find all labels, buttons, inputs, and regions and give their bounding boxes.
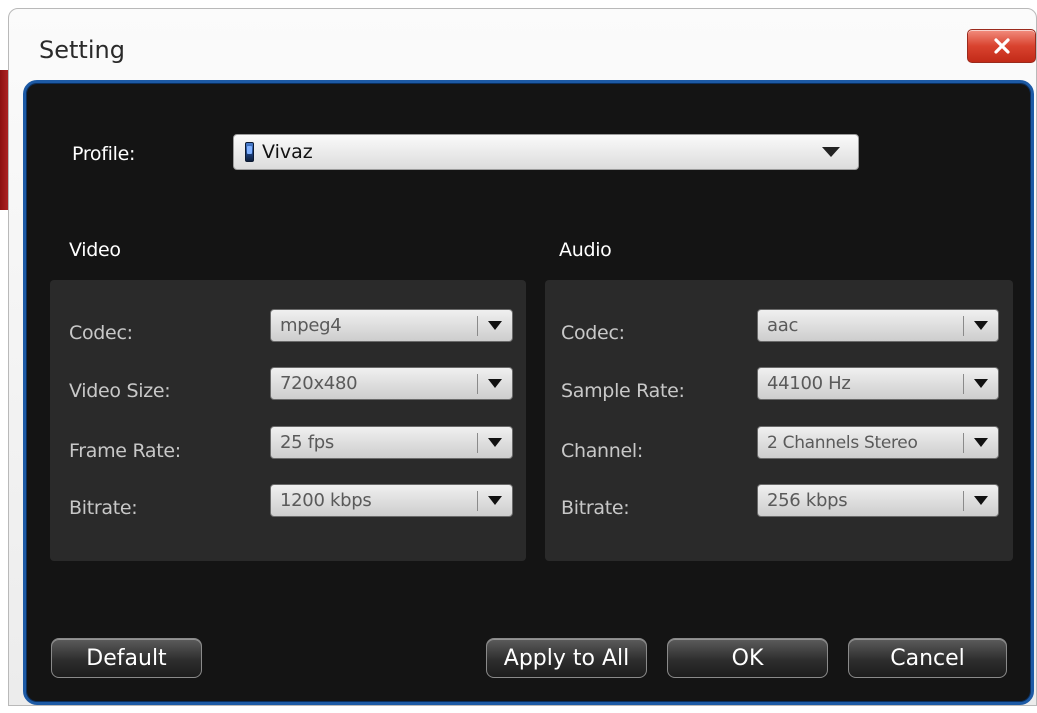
chevron-down-icon (972, 427, 990, 458)
chevron-down-icon (486, 310, 504, 341)
profile-dropdown[interactable]: Vivaz (233, 134, 859, 170)
video-size-select[interactable]: 720x480 (270, 367, 513, 400)
video-heading: Video (69, 239, 121, 261)
channel-label: Channel: (561, 440, 644, 462)
close-icon (993, 38, 1010, 54)
video-bitrate-label: Bitrate: (69, 497, 138, 519)
chevron-down-icon (486, 368, 504, 399)
audio-codec-select[interactable]: aac (757, 309, 999, 342)
chevron-down-icon (486, 427, 504, 458)
close-button[interactable] (967, 29, 1036, 63)
frame-rate-value: 25 fps (280, 432, 334, 453)
dialog-title: Setting (39, 36, 125, 64)
frame-rate-label: Frame Rate: (69, 440, 181, 462)
audio-codec-value: aac (767, 315, 799, 336)
chevron-down-icon (972, 310, 990, 341)
video-size-label: Video Size: (69, 380, 171, 402)
video-codec-select[interactable]: mpeg4 (270, 309, 513, 342)
video-bitrate-value: 1200 kbps (280, 490, 372, 511)
audio-heading: Audio (559, 239, 612, 261)
chevron-down-icon (972, 485, 990, 516)
sample-rate-value: 44100 Hz (767, 373, 851, 394)
cancel-button[interactable]: Cancel (848, 638, 1007, 678)
default-button[interactable]: Default (51, 638, 202, 678)
video-size-value: 720x480 (280, 373, 358, 394)
sample-rate-select[interactable]: 44100 Hz (757, 367, 999, 400)
profile-value: Vivaz (262, 141, 313, 163)
video-codec-label: Codec: (69, 322, 133, 344)
video-bitrate-select[interactable]: 1200 kbps (270, 484, 513, 517)
ok-button[interactable]: OK (667, 638, 828, 678)
phone-icon (245, 142, 254, 162)
frame-rate-select[interactable]: 25 fps (270, 426, 513, 459)
channel-select[interactable]: 2 Channels Stereo (757, 426, 999, 459)
chevron-down-icon (486, 485, 504, 516)
audio-bitrate-select[interactable]: 256 kbps (757, 484, 999, 517)
chevron-down-icon (822, 147, 840, 157)
sample-rate-label: Sample Rate: (561, 380, 685, 402)
audio-bitrate-label: Bitrate: (561, 497, 630, 519)
chevron-down-icon (972, 368, 990, 399)
apply-to-all-button[interactable]: Apply to All (486, 638, 647, 678)
audio-bitrate-value: 256 kbps (767, 490, 848, 511)
audio-codec-label: Codec: (561, 322, 625, 344)
profile-label: Profile: (72, 143, 136, 165)
channel-value: 2 Channels Stereo (767, 432, 918, 453)
video-codec-value: mpeg4 (280, 315, 342, 336)
